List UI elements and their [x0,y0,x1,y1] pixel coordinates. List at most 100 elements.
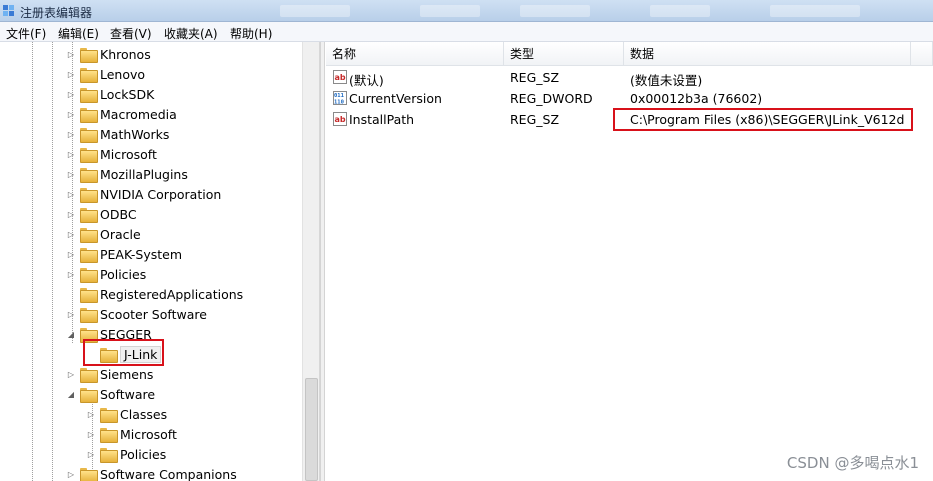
value-data: 0x00012b3a (76602) [630,91,763,106]
expand-arrow-icon[interactable]: ▷ [66,189,76,199]
menu-file[interactable]: 文件(F) [6,25,46,42]
tree-item-label: J-Link [120,345,162,363]
scrollbar-thumb[interactable] [305,378,318,481]
tree-item-label: MozillaPlugins [100,166,188,182]
folder-icon [80,47,98,63]
expand-arrow-icon[interactable]: ▷ [86,429,96,439]
expand-arrow-icon[interactable]: ▷ [66,369,76,379]
column-header-name[interactable]: 名称 [326,42,504,66]
tree-item-mozillaplugins[interactable]: ▷ MozillaPlugins [66,164,188,184]
tree-item-label: PEAK-System [100,246,182,262]
expand-arrow-icon[interactable]: ▷ [66,209,76,219]
registry-key-tree[interactable]: ▷ Khronos ▷ Lenovo ▷ LockSDK ▷ Macromedi… [0,42,320,481]
expand-arrow-icon[interactable]: ▷ [66,49,76,59]
tree-item-label: Microsoft [120,426,177,442]
expand-arrow-icon[interactable]: ▷ [66,89,76,99]
menu-view[interactable]: 查看(V) [110,25,152,42]
tree-item-microsoft[interactable]: ▷ Microsoft [66,144,157,164]
dword-value-icon: 011 110 [333,91,347,105]
window-title: 注册表编辑器 [20,6,93,20]
background-window-tab [420,5,480,17]
tree-item-odbc[interactable]: ▷ ODBC [66,204,137,224]
tree-item-microsoft-sub[interactable]: ▷ Microsoft [86,424,177,444]
value-name: CurrentVersion [349,91,442,106]
expand-arrow-icon [86,349,96,359]
column-header-data[interactable]: 数据 [624,42,911,66]
value-type: REG_SZ [510,70,560,85]
expand-arrow-icon[interactable]: ▷ [66,249,76,259]
pane-splitter[interactable] [320,42,325,481]
value-type: REG_SZ [510,112,560,127]
tree-item-khronos[interactable]: ▷ Khronos [66,44,151,64]
tree-item-policies-sub[interactable]: ▷ Policies [86,444,166,464]
folder-icon [80,207,98,223]
svg-text:110: 110 [334,100,344,106]
tree-item-label: Policies [120,446,167,462]
svg-text:ab: ab [335,73,346,82]
folder-icon [80,187,98,203]
tree-item-label: MathWorks [100,126,170,142]
tree-item-software-companions[interactable]: ▷ Software Companions [66,464,237,481]
menu-edit[interactable]: 编辑(E) [58,25,99,42]
tree-item-label: Policies [100,266,147,282]
tree-item-lenovo[interactable]: ▷ Lenovo [66,64,145,84]
tree-item-label: ODBC [100,206,137,222]
tree-item-label: Software Companions [100,466,237,481]
expand-arrow-icon[interactable]: ▷ [66,149,76,159]
background-window-tab [280,5,350,17]
expand-arrow-icon[interactable]: ▷ [66,169,76,179]
folder-icon [100,447,118,463]
watermark: CSDN @多喝点水1 [786,454,919,472]
background-window-tab [520,5,590,17]
expand-arrow-icon[interactable]: ▷ [66,469,76,479]
tree-item-label: LockSDK [100,86,155,102]
expand-arrow-icon[interactable]: ▷ [66,129,76,139]
tree-item-oracle[interactable]: ▷ Oracle [66,224,141,244]
tree-item-label: RegisteredApplications [100,286,244,302]
collapse-arrow-icon[interactable]: ◢ [66,329,76,339]
folder-icon [80,247,98,263]
tree-item-mathworks[interactable]: ▷ MathWorks [66,124,169,144]
expand-arrow-icon[interactable]: ▷ [66,269,76,279]
tree-item-nvidia-corporation[interactable]: ▷ NVIDIA Corporation [66,184,221,204]
registry-values-list[interactable]: 名称 类型 数据 ab (默认) REG_SZ (数值未设置) 011 110 … [326,42,933,481]
value-data: (数值未设置) [630,73,703,88]
tree-guide-line [52,42,53,481]
expand-arrow-icon[interactable]: ▷ [86,409,96,419]
folder-icon [100,427,118,443]
expand-arrow-icon[interactable]: ▷ [66,69,76,79]
tree-item-registeredapplications[interactable]: RegisteredApplications [66,284,243,304]
value-row[interactable]: ab (默认) REG_SZ (数值未设置) [326,67,933,88]
expand-arrow-icon[interactable]: ▷ [66,309,76,319]
tree-item-peak-system[interactable]: ▷ PEAK-System [66,244,182,264]
folder-icon [80,167,98,183]
tree-item-j-link[interactable]: J-Link [86,344,162,364]
menu-help[interactable]: 帮助(H) [230,25,272,42]
tree-guide-line [32,42,33,481]
tree-item-siemens[interactable]: ▷ Siemens [66,364,153,384]
string-value-icon: ab [333,112,347,126]
menu-bar: 文件(F) 编辑(E) 查看(V) 收藏夹(A) 帮助(H) [0,22,933,42]
tree-item-policies[interactable]: ▷ Policies [66,264,146,284]
expand-arrow-icon[interactable]: ▷ [66,109,76,119]
value-row[interactable]: 011 110 CurrentVersion REG_DWORD 0x00012… [326,88,933,109]
expand-arrow-icon[interactable]: ▷ [66,229,76,239]
tree-item-label: Classes [120,406,168,422]
tree-item-label: NVIDIA Corporation [100,186,222,202]
tree-item-macromedia[interactable]: ▷ Macromedia [66,104,177,124]
column-header-type[interactable]: 类型 [504,42,624,66]
value-name: InstallPath [349,112,415,127]
folder-icon [80,107,98,123]
tree-item-classes[interactable]: ▷ Classes [86,404,167,424]
menu-favorites[interactable]: 收藏夹(A) [164,25,218,42]
tree-scrollbar[interactable] [302,42,319,481]
tree-item-software[interactable]: ◢ Software [66,384,155,404]
collapse-arrow-icon[interactable]: ◢ [66,389,76,399]
folder-icon [100,407,118,423]
tree-item-scooter-software[interactable]: ▷ Scooter Software [66,304,207,324]
regedit-icon [3,5,14,16]
expand-arrow-icon[interactable]: ▷ [86,449,96,459]
background-window-tab [650,5,710,17]
tree-item-label: Software [100,386,156,402]
tree-item-locksdk[interactable]: ▷ LockSDK [66,84,154,104]
